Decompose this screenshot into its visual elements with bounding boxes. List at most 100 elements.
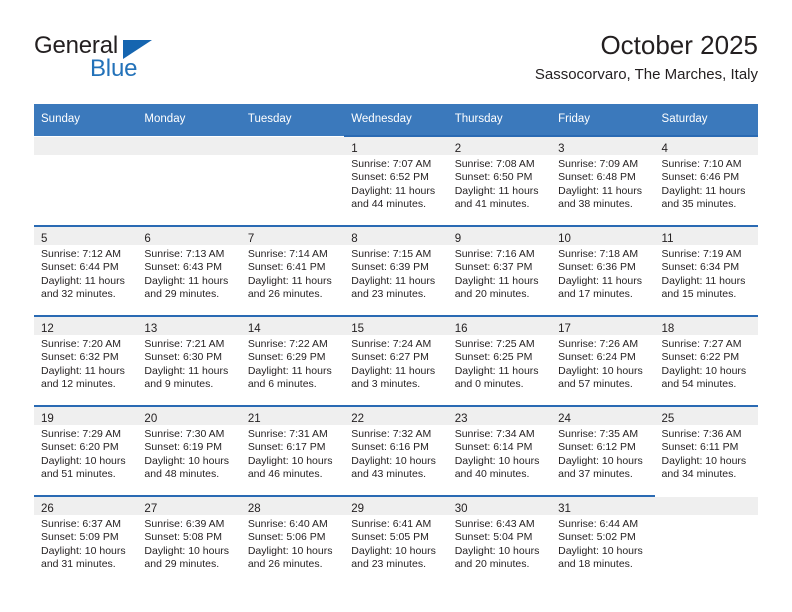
calendar-day-cell[interactable]: 18 Sunrise: 7:27 AM Sunset: 6:22 PM Dayligh…: [654, 315, 758, 406]
logo-text-blue: Blue: [90, 55, 138, 82]
day-detail-line: Sunrise: 7:16 AM: [454, 248, 535, 260]
day-detail-line: Sunset: 6:22 PM: [661, 351, 740, 364]
day-number: 24: [558, 413, 571, 425]
general-blue-logo[interactable]: General Blue: [34, 32, 224, 88]
day-detail-line: Sunrise: 7:12 AM: [41, 248, 121, 260]
calendar-day-cell[interactable]: 10 Sunrise: 7:18 AM Sunset: 6:36 PM Dayligh…: [551, 225, 655, 316]
day-number: 10: [558, 233, 571, 245]
day-details: Sunrise: 7:26 AM Sunset: 6:24 PM Daylight:…: [551, 335, 654, 392]
calendar-day-cell[interactable]: 8 Sunrise: 7:15 AM Sunset: 6:39 PM Daylight…: [344, 225, 448, 316]
day-details: Sunrise: 7:18 AM Sunset: 6:36 PM Daylight:…: [551, 245, 654, 302]
day-number: 19: [41, 413, 54, 425]
day-detail-line: and 51 minutes.: [41, 468, 116, 481]
day-number-band: 27: [137, 497, 241, 515]
day-detail-line: and 46 minutes.: [247, 468, 323, 481]
day-details: Sunrise: 6:43 AM Sunset: 5:04 PM Daylight:…: [448, 515, 551, 572]
weekday-header-tuesday: Tuesday: [240, 104, 345, 136]
calendar-day-cell[interactable]: 20 Sunrise: 7:30 AM Sunset: 6:19 PM Dayligh…: [137, 405, 241, 496]
day-number: 28: [247, 503, 261, 515]
day-detail-line: Sunrise: 7:29 AM: [41, 428, 121, 440]
calendar-day-cell[interactable]: 31 Sunrise: 6:44 AM Sunset: 5:02 PM Dayligh…: [551, 495, 655, 585]
calendar-day-cell[interactable]: 26 Sunrise: 6:37 AM Sunset: 5:09 PM Dayligh…: [34, 495, 138, 585]
calendar-header-row: Sunday Monday Tuesday Wednesday Thursday…: [34, 104, 758, 136]
day-number: 5: [41, 233, 48, 245]
calendar-day-cell[interactable]: 11 Sunrise: 7:19 AM Sunset: 6:34 PM Dayligh…: [654, 225, 758, 316]
calendar-day-cell[interactable]: 6 Sunrise: 7:13 AM Sunset: 6:43 PM Daylight…: [137, 225, 241, 316]
day-detail-line: Sunrise: 7:14 AM: [247, 248, 328, 260]
day-number-band: 2: [447, 137, 552, 155]
day-detail-line: Daylight: 11 hours: [41, 274, 125, 287]
calendar-day-cell[interactable]: 24 Sunrise: 7:35 AM Sunset: 6:12 PM Dayligh…: [551, 405, 655, 496]
day-number: 15: [351, 323, 365, 335]
calendar-day-cell[interactable]: 3 Sunrise: 7:09 AM Sunset: 6:48 PM Daylight…: [551, 135, 655, 226]
day-details: Sunrise: 7:20 AM Sunset: 6:32 PM Daylight:…: [34, 335, 137, 392]
calendar-day-cell[interactable]: 13 Sunrise: 7:21 AM Sunset: 6:30 PM Dayligh…: [137, 315, 241, 406]
calendar-day-cell[interactable]: 12 Sunrise: 7:20 AM Sunset: 6:32 PM Dayligh…: [34, 315, 138, 406]
calendar-cell-empty: [34, 136, 138, 226]
calendar-day-cell[interactable]: 15 Sunrise: 7:24 AM Sunset: 6:27 PM Dayligh…: [344, 315, 448, 406]
day-detail-line: Daylight: 10 hours: [144, 544, 230, 557]
day-number: 25: [661, 413, 675, 425]
day-detail-line: and 34 minutes.: [661, 468, 737, 481]
day-number-band: 5: [34, 227, 138, 245]
day-number-band: 12: [34, 317, 138, 335]
day-number-band: 11: [654, 227, 758, 245]
calendar-day-cell[interactable]: 14 Sunrise: 7:22 AM Sunset: 6:29 PM Dayligh…: [240, 315, 345, 406]
calendar-day-cell[interactable]: 4 Sunrise: 7:10 AM Sunset: 6:46 PM Daylight…: [654, 135, 758, 226]
day-details: Sunrise: 7:15 AM Sunset: 6:39 PM Daylight:…: [344, 245, 447, 302]
day-detail-line: Daylight: 10 hours: [661, 454, 747, 467]
day-detail-line: Daylight: 11 hours: [454, 274, 539, 287]
calendar-day-cell[interactable]: 7 Sunrise: 7:14 AM Sunset: 6:41 PM Daylight…: [240, 225, 345, 316]
day-number: 30: [454, 503, 468, 515]
calendar-day-cell[interactable]: 28 Sunrise: 6:40 AM Sunset: 5:06 PM Dayligh…: [240, 495, 345, 585]
day-number-band: 15: [344, 317, 448, 335]
day-detail-line: Sunrise: 7:09 AM: [558, 158, 639, 170]
calendar-day-cell[interactable]: 29 Sunrise: 6:41 AM Sunset: 5:05 PM Dayligh…: [344, 495, 448, 585]
day-details: Sunrise: 7:32 AM Sunset: 6:16 PM Daylight:…: [344, 425, 447, 482]
weekday-header-friday: Friday: [551, 104, 655, 136]
day-detail-line: Daylight: 10 hours: [454, 544, 540, 557]
calendar-day-cell[interactable]: 9 Sunrise: 7:16 AM Sunset: 6:37 PM Daylight…: [447, 225, 552, 316]
day-details: Sunrise: 6:41 AM Sunset: 5:05 PM Daylight:…: [344, 515, 447, 572]
calendar-day-cell[interactable]: 19 Sunrise: 7:29 AM Sunset: 6:20 PM Dayligh…: [34, 405, 138, 496]
day-detail-line: and 38 minutes.: [558, 198, 633, 211]
calendar-day-cell[interactable]: 16 Sunrise: 7:25 AM Sunset: 6:25 PM Dayligh…: [447, 315, 552, 406]
day-detail-line: Sunset: 6:12 PM: [558, 441, 636, 454]
calendar-day-cell[interactable]: 25 Sunrise: 7:36 AM Sunset: 6:11 PM Dayligh…: [654, 405, 758, 496]
day-detail-line: Daylight: 11 hours: [144, 274, 229, 287]
calendar-day-cell[interactable]: 30 Sunrise: 6:43 AM Sunset: 5:04 PM Dayligh…: [447, 495, 552, 585]
day-number: 4: [661, 143, 668, 155]
calendar-day-cell[interactable]: 5 Sunrise: 7:12 AM Sunset: 6:44 PM Daylight…: [34, 225, 138, 316]
weekday-header-sunday: Sunday: [34, 104, 138, 136]
day-number-band: 13: [137, 317, 241, 335]
day-detail-line: Sunrise: 7:10 AM: [661, 158, 742, 170]
day-detail-line: and 48 minutes.: [144, 468, 220, 481]
day-detail-line: Daylight: 10 hours: [247, 544, 333, 557]
weekday-header-monday: Monday: [137, 104, 241, 136]
calendar-week-row: 26 Sunrise: 6:37 AM Sunset: 5:09 PM Dayligh…: [34, 495, 758, 585]
day-number-band: 4: [654, 137, 758, 155]
day-detail-line: and 41 minutes.: [454, 198, 530, 211]
day-number-band: 26: [34, 497, 138, 515]
calendar-day-cell[interactable]: 23 Sunrise: 7:34 AM Sunset: 6:14 PM Dayligh…: [447, 405, 552, 496]
day-number-band: 14: [240, 317, 345, 335]
day-number-band: 21: [240, 407, 345, 425]
day-number: 21: [247, 413, 261, 425]
calendar-day-cell[interactable]: 1 Sunrise: 7:07 AM Sunset: 6:52 PM Daylight…: [344, 135, 448, 226]
day-details: Sunrise: 7:08 AM Sunset: 6:50 PM Daylight:…: [448, 155, 551, 212]
calendar-day-cell[interactable]: 2 Sunrise: 7:08 AM Sunset: 6:50 PM Daylight…: [447, 135, 552, 226]
day-detail-line: Sunrise: 6:37 AM: [41, 518, 121, 530]
day-detail-line: Sunset: 5:08 PM: [144, 531, 223, 544]
calendar-day-cell[interactable]: 17 Sunrise: 7:26 AM Sunset: 6:24 PM Dayligh…: [551, 315, 655, 406]
day-detail-line: Daylight: 10 hours: [144, 454, 230, 467]
day-detail-line: Daylight: 11 hours: [558, 184, 642, 197]
calendar-day-cell[interactable]: 27 Sunrise: 6:39 AM Sunset: 5:08 PM Dayligh…: [137, 495, 241, 585]
day-number-band: 18: [654, 317, 758, 335]
day-detail-line: Sunset: 6:24 PM: [558, 351, 636, 364]
day-number-band: 25: [654, 407, 758, 425]
calendar-day-cell[interactable]: 21 Sunrise: 7:31 AM Sunset: 6:17 PM Dayligh…: [240, 405, 345, 496]
day-detail-line: and 18 minutes.: [558, 558, 633, 571]
day-detail-line: and 17 minutes.: [558, 288, 633, 301]
day-number-band: 8: [344, 227, 448, 245]
calendar-day-cell[interactable]: 22 Sunrise: 7:32 AM Sunset: 6:16 PM Dayligh…: [344, 405, 448, 496]
